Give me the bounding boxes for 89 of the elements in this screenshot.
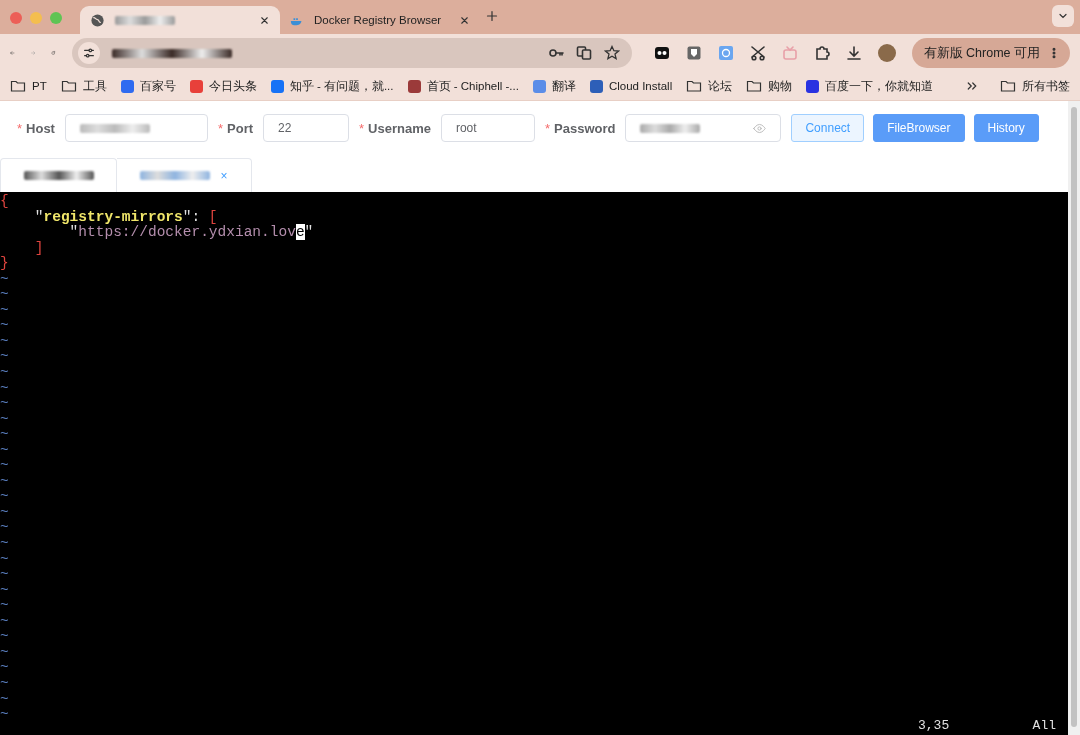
terminal-line: ~ [0, 380, 10, 397]
terminal-line: ~ [0, 660, 10, 676]
terminal-line: ~ [0, 536, 10, 552]
globe-icon [90, 12, 105, 28]
terminal-line: ~ [0, 675, 10, 692]
terminal-line: ~ [0, 520, 10, 537]
shield-icon[interactable] [685, 45, 702, 61]
bookmark[interactable]: 购物 [746, 78, 793, 94]
bookmark[interactable]: Cloud Install [589, 79, 673, 93]
extension-tile-icon[interactable] [717, 45, 734, 61]
download-icon[interactable] [845, 45, 862, 61]
terminal-line: ~ [0, 489, 10, 505]
terminal-line: ~ [0, 473, 10, 490]
field-label: Password [554, 120, 616, 136]
scissors-icon[interactable] [749, 45, 766, 61]
close-icon[interactable] [459, 14, 470, 26]
required-mark: * [544, 120, 550, 136]
bookmark[interactable]: 知乎 - 有问题，就... [270, 78, 394, 94]
cursor-position: 3,35 [918, 718, 950, 734]
bookmark[interactable]: 所有书签 [1000, 78, 1070, 94]
redacted-text [23, 171, 94, 180]
redacted-text [115, 15, 175, 25]
terminal-line: ~ [0, 411, 10, 428]
field-label: Host [26, 120, 55, 136]
bookmark[interactable]: 翻译 [532, 78, 576, 94]
ghost-icon[interactable] [653, 45, 670, 61]
folder-icon [10, 78, 26, 94]
terminal-line: ~ [0, 427, 10, 443]
password-field[interactable] [625, 114, 782, 142]
close-icon[interactable] [259, 14, 270, 26]
terminal-line: ~ [0, 567, 10, 583]
terminal-line: ~ [0, 271, 10, 288]
scroll-indicator: All [1032, 718, 1056, 734]
field-label: Username [368, 120, 431, 136]
terminal-line: ~ [0, 396, 10, 412]
terminal-line: { [0, 194, 10, 210]
terminal-line: ] [33, 240, 45, 257]
input-field[interactable]: root [440, 114, 535, 142]
terminal-line: ~ [0, 365, 10, 381]
folder-icon [746, 78, 763, 94]
required-mark: * [359, 120, 365, 136]
translate-icon[interactable] [575, 45, 592, 61]
puzzle-icon[interactable] [813, 45, 830, 61]
folder-icon [1000, 78, 1016, 94]
required-mark: * [17, 120, 23, 136]
terminal-line: ~ [0, 504, 10, 521]
terminal-line: } [0, 256, 10, 272]
redacted-text [640, 123, 701, 133]
bookmark[interactable]: 首页 - Chiphell -... [407, 78, 519, 94]
terminal-line: ~ [0, 333, 10, 350]
terminal-line: ~ [0, 442, 10, 459]
bookmark[interactable]: 百家号 [120, 78, 176, 94]
avatar[interactable] [877, 44, 896, 62]
plus-icon[interactable] [486, 10, 498, 22]
terminal-line: ~ [0, 644, 10, 661]
bookmark[interactable]: 论坛 [686, 78, 733, 94]
terminal-line: ~ [0, 598, 10, 614]
folder-icon [686, 78, 703, 94]
terminal-line: ~ [0, 349, 10, 365]
tab-title: Docker Registry Browser [314, 14, 443, 26]
redacted-text [79, 123, 150, 133]
terminal-line: "registry-mirrors": [ [33, 209, 219, 225]
settings-icon[interactable] [81, 46, 96, 60]
bookmark[interactable]: PT [10, 78, 47, 94]
address-bar[interactable] [71, 38, 632, 68]
terminal-line: ~ [0, 613, 10, 630]
terminal-line: ~ [0, 582, 10, 599]
input-field[interactable]: 22 [263, 114, 349, 142]
bookmark[interactable]: 工具 [60, 78, 107, 94]
bookmark[interactable]: 百度一下，你就知道 [806, 78, 934, 94]
scrollbar[interactable] [1071, 107, 1077, 727]
terminal-line: ~ [0, 551, 10, 568]
more-bookmarks-icon[interactable] [966, 80, 978, 92]
terminal-line: ~ [0, 302, 10, 319]
folder-icon [60, 78, 77, 94]
bookmark[interactable]: 今日头条 [189, 78, 257, 94]
browser-tab[interactable]: Docker Registry Browser [280, 6, 480, 34]
terminal-line: ~ [0, 707, 10, 723]
terminal-line: ~ [0, 458, 10, 474]
terminal-line: ~ [0, 287, 10, 303]
required-mark: * [217, 120, 223, 136]
input-field[interactable] [64, 114, 208, 142]
terminal-line: ~ [0, 629, 10, 645]
redacted-text [140, 171, 211, 180]
star-icon[interactable] [603, 45, 620, 61]
terminal-line: ~ [0, 318, 10, 334]
update-chrome-button[interactable]: 有新版 Chrome 可用 [911, 38, 1070, 68]
terminal-line: ~ [0, 691, 10, 708]
field-label: Port [227, 120, 253, 136]
